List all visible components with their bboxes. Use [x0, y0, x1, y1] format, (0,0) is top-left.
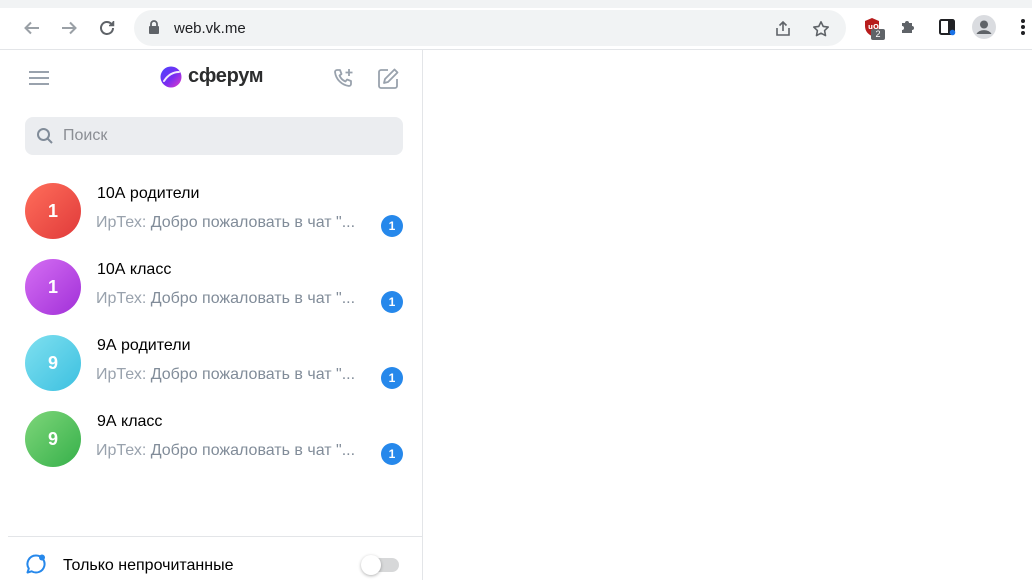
- tab-strip: [0, 0, 1032, 8]
- search-box: [25, 117, 403, 155]
- bookmark-button[interactable]: [810, 18, 832, 40]
- extension-badge: 2: [871, 29, 885, 40]
- unread-only-toggle[interactable]: [361, 555, 399, 575]
- sferum-logo-icon: [160, 66, 182, 87]
- unread-only-label: Только непрочитанные: [63, 557, 234, 574]
- new-call-button[interactable]: [331, 66, 357, 92]
- conversation-area: [424, 50, 1032, 580]
- share-icon: [776, 20, 790, 36]
- chat-preview: ИрТех: Добро пожаловать в чат "...: [96, 366, 378, 384]
- ublock-extension-button[interactable]: uO 2: [859, 14, 885, 40]
- app-logo: сферум: [160, 65, 264, 88]
- reload-icon: [100, 21, 115, 35]
- unread-badge: 1: [381, 215, 403, 237]
- back-button[interactable]: [18, 14, 46, 42]
- logo-text: сферум: [188, 65, 264, 87]
- compose-icon: [378, 68, 399, 89]
- chat-preview-author: ИрТех:: [96, 214, 147, 231]
- puzzle-icon: [902, 21, 914, 33]
- chat-preview: ИрТех: Добро пожаловать в чат "...: [96, 442, 378, 460]
- url-text: web.vk.me: [174, 20, 246, 37]
- chat-preview-author: ИрТех:: [96, 442, 147, 459]
- chat-preview-message: Добро пожаловать в чат "...: [150, 442, 356, 459]
- extensions-button[interactable]: [895, 14, 921, 40]
- share-button[interactable]: [772, 18, 794, 40]
- chat-preview: ИрТех: Добро пожаловать в чат "...: [96, 290, 378, 308]
- chat-item[interactable]: 1 10А родители ИрТех: Добро пожаловать в…: [8, 176, 422, 252]
- new-chat-button[interactable]: [375, 66, 401, 92]
- forward-button[interactable]: [55, 14, 83, 42]
- arrow-left-icon: [24, 21, 39, 35]
- chat-title: 10А класс: [97, 261, 172, 278]
- chat-sidebar: сферум 1 10А родители ИрТех: Добро пожал…: [8, 50, 423, 580]
- search-icon: [37, 128, 53, 144]
- unread-badge: 1: [381, 291, 403, 313]
- chat-bubble-icon: [26, 554, 46, 574]
- avatar-icon: [972, 15, 996, 39]
- chat-avatar: 9: [25, 411, 81, 467]
- search-input[interactable]: [63, 117, 393, 155]
- chat-avatar: 9: [25, 335, 81, 391]
- lock-icon: [149, 20, 159, 34]
- hamburger-icon: [29, 71, 49, 85]
- chat-preview-message: Добро пожаловать в чат "...: [150, 290, 356, 307]
- menu-button[interactable]: [28, 70, 50, 91]
- chat-title: 9А родители: [97, 337, 191, 354]
- chat-avatar: 1: [25, 259, 81, 315]
- profile-button[interactable]: [971, 14, 997, 40]
- chat-title: 10А родители: [97, 185, 200, 202]
- unread-badge: 1: [381, 367, 403, 389]
- arrow-right-icon: [62, 21, 77, 35]
- chat-preview-message: Добро пожаловать в чат "...: [150, 214, 356, 231]
- kebab-menu-icon: [1021, 19, 1025, 35]
- chat-item[interactable]: 1 10А класс ИрТех: Добро пожаловать в ча…: [8, 252, 422, 328]
- chat-avatar: 1: [25, 183, 81, 239]
- star-icon: [813, 21, 829, 37]
- chat-preview: ИрТех: Добро пожаловать в чат "...: [96, 214, 378, 232]
- unread-filter-bar: Только непрочитанные: [8, 536, 422, 580]
- side-panel-icon: [939, 19, 956, 36]
- browser-menu-button[interactable]: [1010, 14, 1032, 40]
- chat-item[interactable]: 9 9А класс ИрТех: Добро пожаловать в чат…: [8, 404, 422, 480]
- reload-button[interactable]: [93, 14, 121, 42]
- address-bar[interactable]: web.vk.me: [134, 10, 846, 46]
- phone-add-icon: [334, 69, 353, 87]
- unread-badge: 1: [381, 443, 403, 465]
- browser-toolbar: web.vk.me uO 2: [0, 0, 1032, 50]
- chat-preview-message: Добро пожаловать в чат "...: [150, 366, 356, 383]
- side-panel-button[interactable]: [934, 14, 960, 40]
- chat-item[interactable]: 9 9А родители ИрТех: Добро пожаловать в …: [8, 328, 422, 404]
- chat-preview-author: ИрТех:: [96, 366, 147, 383]
- toggle-knob: [361, 555, 381, 575]
- chat-title: 9А класс: [97, 413, 163, 430]
- chat-preview-author: ИрТех:: [96, 290, 147, 307]
